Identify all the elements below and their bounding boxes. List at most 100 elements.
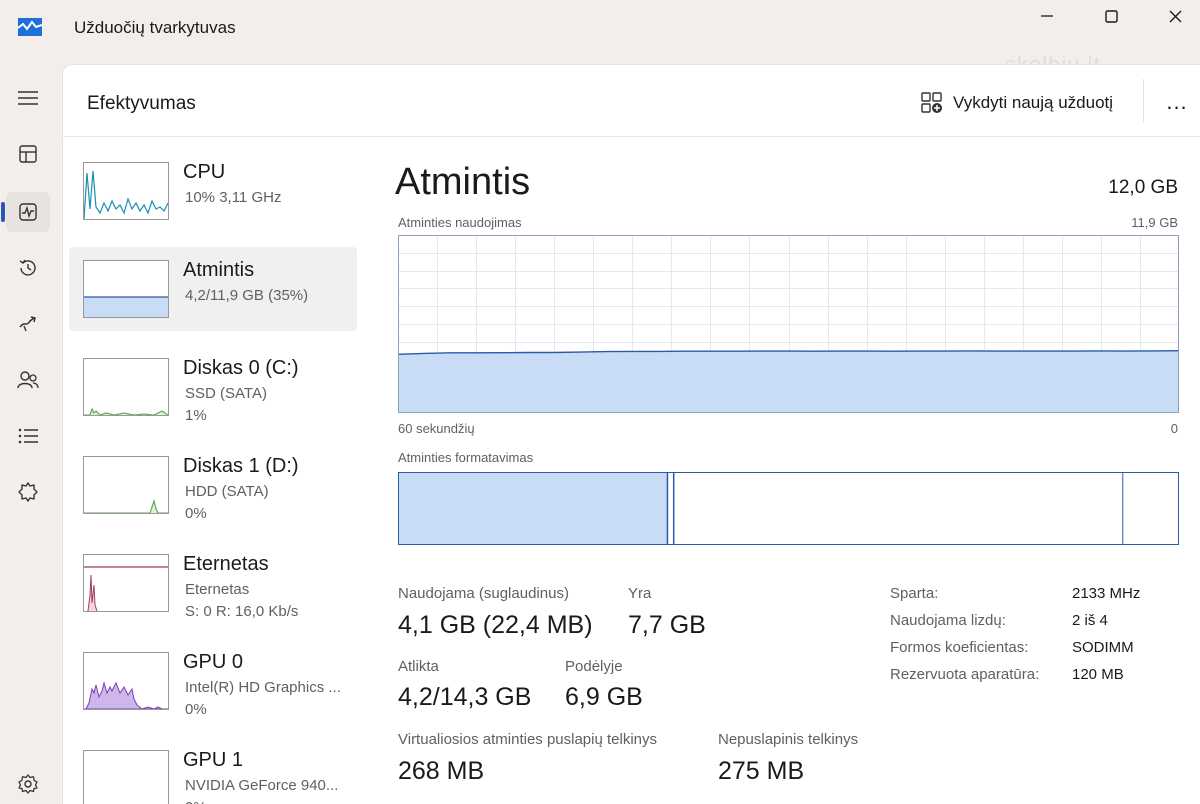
nav-app-history-button[interactable] [6,248,50,288]
hamburger-menu-icon [18,91,38,105]
gpu-0-thumbnail-graph [83,652,169,710]
maximize-button[interactable] [1076,0,1146,32]
startup-apps-icon [19,316,36,332]
device-item-cpu[interactable]: CPU 10% 3,11 GHz [69,149,357,233]
memory-usage-graph [398,235,1179,413]
axis-time-start: 60 sekundžių [398,421,475,436]
nav-startup-apps-button[interactable] [6,304,50,344]
device-item-disk-1[interactable]: Diskas 1 (D:) HDD (SATA) 0% [69,443,357,527]
memory-total: 12,0 GB [1108,177,1178,198]
minimize-button[interactable] [1012,0,1082,32]
close-button[interactable] [1140,0,1200,32]
device-item-ethernet[interactable]: Eternetas Eternetas S: 0 R: 16,0 Kb/s [69,541,357,625]
disk-1-thumbnail-graph [83,456,169,514]
stat-in-use-label: Naudojama (suglaudinus) [398,585,569,602]
details-icon [18,428,38,444]
processes-icon [19,145,37,163]
device-subtitle: Eternetas [185,581,250,598]
device-list: CPU 10% 3,11 GHz Atmintis 4,2/11,9 GB (3… [69,149,357,804]
run-task-icon [921,92,942,113]
spec-form-factor-label: Formos koeficientas: [890,639,1029,656]
stat-cached-value: 6,9 GB [565,683,643,711]
device-subtitle: NVIDIA GeForce 940... [185,777,339,794]
device-subtitle: 4,2/11,9 GB (35%) [185,287,309,304]
navigation-rail [0,62,62,804]
device-item-memory[interactable]: Atmintis 4,2/11,9 GB (35%) [69,247,357,331]
stat-committed-value: 4,2/14,3 GB [398,683,532,711]
services-icon [18,482,38,502]
stat-committed-label: Atlikta [398,658,439,675]
spec-slots-value: 2 iš 4 [1072,612,1108,629]
close-icon [1169,10,1181,22]
device-name: Diskas 1 (D:) [183,455,299,477]
task-manager-logo-icon [18,18,42,36]
nav-services-button[interactable] [6,472,50,512]
memory-composition-bar [398,472,1179,545]
device-item-disk-0[interactable]: Diskas 0 (C:) SSD (SATA) 1% [69,345,357,429]
page-title: Efektyvumas [87,93,196,114]
more-options-button[interactable]: ... [1159,87,1195,117]
nav-performance-button[interactable] [6,192,50,232]
memory-thumbnail-graph [83,260,169,318]
more-options-icon: ... [1166,89,1188,114]
page-header: Efektyvumas Vykdyti naują užduotį ... [63,65,1200,137]
device-item-gpu-0[interactable]: GPU 0 Intel(R) HD Graphics ... 0% [69,639,357,723]
stat-cached-label: Podėlyje [565,658,623,675]
stat-paged-pool-label: Virtualiosios atminties puslapių telkiny… [398,731,658,748]
device-utilization: 0% [185,505,207,522]
stat-available-label: Yra [628,585,652,602]
run-task-label: Vykdyti naują užduotį [953,93,1114,112]
stat-available-value: 7,7 GB [628,611,706,639]
spec-slots-label: Naudojama lizdų: [890,612,1006,629]
header-divider [1143,79,1144,123]
title-bar: Užduočių tvarkytuvas skelbiu.lt [0,0,1200,77]
users-icon [17,371,39,389]
device-utilization: 0% [185,799,207,804]
ethernet-thumbnail-graph [83,554,169,612]
device-name: CPU [183,161,226,183]
detail-title: Atmintis [395,161,531,203]
disk-0-thumbnail-graph [83,358,169,416]
spec-speed-label: Sparta: [890,585,939,602]
composition-label: Atminties formatavimas [398,450,534,465]
usage-graph-label: Atminties naudojimas [398,215,522,230]
nav-details-button[interactable] [6,416,50,456]
device-name: Diskas 0 (C:) [183,357,299,379]
device-subtitle: SSD (SATA) [185,385,267,402]
nav-settings-button[interactable] [6,764,50,804]
performance-icon [19,203,37,221]
spec-reserved-value: 120 MB [1072,666,1124,683]
main-panel: Efektyvumas Vykdyti naują užduotį ... CP… [62,64,1200,804]
device-utilization: 1% [185,407,207,424]
memory-usage-area [398,350,1179,413]
device-utilization: 0% [185,701,207,718]
stat-paged-pool-value: 268 MB [398,757,485,785]
device-throughput: S: 0 R: 16,0 Kb/s [185,603,299,620]
stat-nonpaged-pool-value: 275 MB [718,757,805,785]
nav-hamburger-button[interactable] [6,78,50,118]
device-subtitle: HDD (SATA) [185,483,269,500]
run-new-task-button[interactable]: Vykdyti naują užduotį [921,87,1113,119]
app-history-icon [19,259,36,276]
axis-time-end: 0 [1170,421,1178,436]
nav-users-button[interactable] [6,360,50,400]
gpu-1-thumbnail-graph [83,750,169,804]
stat-in-use-value: 4,1 GB (22,4 MB) [398,611,593,639]
composition-in-use [398,472,668,545]
spec-reserved-label: Rezervuota aparatūra: [890,666,1040,683]
device-subtitle: Intel(R) HD Graphics ... [185,679,341,696]
minimize-icon [1041,15,1053,17]
device-subtitle: 10% 3,11 GHz [185,189,282,206]
active-nav-indicator [1,202,5,222]
nav-processes-button[interactable] [6,134,50,174]
device-item-gpu-1[interactable]: GPU 1 NVIDIA GeForce 940... 0% [69,737,357,804]
device-name: Atmintis [183,259,255,281]
spec-speed-value: 2133 MHz [1072,585,1141,602]
device-name: GPU 0 [183,651,244,673]
maximize-icon [1104,9,1118,23]
cpu-thumbnail-graph [83,162,169,220]
device-name: Eternetas [183,553,269,575]
spec-form-factor-value: SODIMM [1072,639,1134,656]
window-title: Užduočių tvarkytuvas [74,18,236,37]
device-name: GPU 1 [183,749,244,771]
